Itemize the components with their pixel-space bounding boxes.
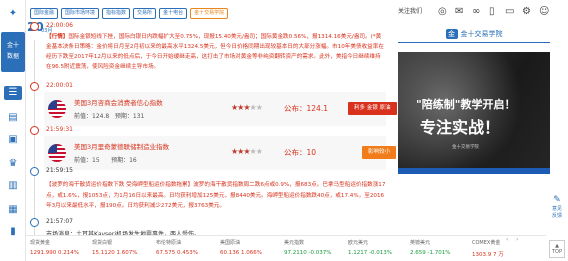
brand-logo[interactable]: 金十 数据 <box>1 32 25 72</box>
us-flag-icon <box>48 100 66 118</box>
banner-line-2: 专注实战！ <box>420 118 501 137</box>
news-tag: 【行情】 <box>46 34 69 40</box>
item-time: 22:00:06 <box>46 22 73 29</box>
forecast-value: 预期：16 <box>111 157 137 164</box>
feedback-icon: ✎ <box>553 195 561 205</box>
chart-icon[interactable]: ▥ <box>6 180 20 191</box>
follow-label: 关注我们 <box>398 8 423 15</box>
news-item-3[interactable]: 【波罗的海干散货运价指数下跌 受海岬型船运价指数拖累】波罗的海干散货指数周二跌6… <box>46 180 386 212</box>
importance-stars: ★★★★★ <box>231 103 263 112</box>
item-time: 21:59:15 <box>46 167 73 174</box>
data-icon[interactable]: ▤ <box>6 112 20 123</box>
left-rail: ✦ 金十 数据 ☰ ▤ ▣ ♛ ▥ ▦ ▮ <box>0 0 26 261</box>
ticker-item[interactable]: 欧元美元 1.1217 -0.013% <box>348 239 402 256</box>
mobile-icon[interactable]: ▯ <box>489 6 495 17</box>
tag-2[interactable]: 指标指数 <box>102 8 131 19</box>
bar-chart-icon[interactable]: ▮ <box>6 226 20 237</box>
tag-bar: 国际金融 国际市场环境 指标指数 交易所 金十电台 金十交易学院 <box>30 8 231 20</box>
app-root: ✦ 金十 数据 ☰ ▤ ▣ ♛ ▥ ▦ ▮ 国际金融 国际市场环境 指标指数 交易所金… <box>0 0 568 261</box>
timeline-dot <box>30 82 39 91</box>
timeline-dot <box>30 218 39 227</box>
tag-4[interactable]: 金十电台 <box>159 8 188 19</box>
banner-line-1: "陪练制"教学开启！ <box>416 98 516 111</box>
us-flag-icon <box>48 144 66 162</box>
actual-value: 公布：124.1 <box>284 104 328 113</box>
ticker-prev-icon[interactable]: ‹ <box>506 236 508 243</box>
timeline-dot <box>30 167 39 176</box>
timeline-dot <box>30 126 39 135</box>
news-text: 国际金银短线下挫，国际白银日内跌幅扩大至0.75%，现报15.40美元/盎司；国… <box>46 34 384 70</box>
ticker-item[interactable]: 现货白银 15.1120 1.607% <box>92 239 146 256</box>
back-to-top-button[interactable]: ▲ TOP <box>549 240 565 258</box>
card-meta: 前值：15 预期：16 <box>74 155 137 164</box>
user-icon[interactable]: ☺ <box>539 6 549 17</box>
ticker-item[interactable]: 布伦特原油 67.575 0.453% <box>156 239 210 256</box>
promo-banner[interactable]: "陪练制"教学开启！ 专注实战！ 金十交易学院 <box>398 52 550 174</box>
ticker-bar: 现货黄金 1291.990 0.214% 现货白银 15.1120 1.607% 布… <box>26 235 546 261</box>
follow-bar: 关注我们 ◎ ✉ ∞ ▯ ▭ ⚙ ☺ <box>398 6 550 20</box>
tablet-icon[interactable]: ▭ <box>505 6 514 17</box>
calendar-icon[interactable]: ▦ <box>6 204 20 215</box>
feedback-button[interactable]: ✎ 意见 反馈 <box>549 195 565 219</box>
logo-text-1: 金十 <box>6 42 19 49</box>
news-item-0[interactable]: 【行情】国际金银短线下挫，国际白银日内跌幅扩大至0.75%，现报15.40美元/… <box>46 32 386 72</box>
card-title: 美国3月里奇蒙德联储制造业指数 <box>74 143 170 151</box>
ticker-next-icon[interactable]: › <box>516 236 518 243</box>
timeline-dot <box>30 22 39 31</box>
tag-1[interactable]: 国际市场环境 <box>61 8 100 19</box>
prev-value: 前值：124.8 <box>74 113 110 120</box>
ticker-item[interactable]: 美国原油 60.136 1.066% <box>220 239 274 256</box>
item-time: 22:00:01 <box>46 82 73 89</box>
top-label: TOP <box>551 249 562 255</box>
tag-3[interactable]: 交易所 <box>133 8 157 19</box>
importance-stars: ★★★★★ <box>231 147 263 156</box>
settings-icon[interactable]: ⚙ <box>522 6 531 17</box>
data-card-1[interactable]: 美国3月里奇蒙德联储制造业指数 前值：15 预期：16 ★★★★★ 公布：10 … <box>44 136 397 170</box>
impact-button[interactable]: 影响较小 <box>362 146 397 159</box>
user-card-icon[interactable]: ▣ <box>6 134 20 145</box>
academy-title[interactable]: 金金十交易学院 <box>398 25 550 43</box>
tag-5[interactable]: 金十交易学院 <box>190 8 229 19</box>
prev-value: 前值：15 <box>74 157 100 164</box>
item-time: 21:57:07 <box>46 218 73 225</box>
card-meta: 前值：124.8 预期：131 <box>74 111 144 120</box>
logo-cross-icon: ✦ <box>8 8 18 19</box>
weibo-icon[interactable]: ◎ <box>438 6 447 17</box>
academy-logo-icon: 金 <box>445 29 458 39</box>
card-title: 美国3月咨商会消费者信心指数 <box>74 99 163 107</box>
side-tools: ✎ 意见 反馈 <box>549 195 567 220</box>
logo-text-2: 数据 <box>6 53 19 60</box>
data-card-0[interactable]: 美国3月咨商会消费者信心指数 前值：124.8 预期：131 ★★★★★ 公布：… <box>44 92 397 126</box>
timeline-line <box>34 40 35 240</box>
actual-value: 公布：10 <box>284 148 317 157</box>
academy-title-text: 金十交易学院 <box>460 30 503 38</box>
ticker-item[interactable]: 现货黄金 1291.990 0.214% <box>30 239 84 256</box>
item-time: 21:59:31 <box>46 126 73 133</box>
banner-line-3: 金十交易学院 <box>452 145 479 150</box>
wechat-icon[interactable]: ✉ <box>455 6 463 17</box>
tag-0[interactable]: 国际金融 <box>30 8 59 19</box>
ticker-item[interactable]: 英镑美元 2.659 -1.701% <box>410 239 464 256</box>
trophy-icon[interactable]: ♛ <box>6 158 20 169</box>
forecast-value: 预期：131 <box>114 113 145 120</box>
news-feed-icon[interactable]: ☰ <box>4 86 22 100</box>
ticker-item[interactable]: 美元指数 97.2110 -0.037% <box>284 239 338 256</box>
link-icon[interactable]: ∞ <box>472 6 480 17</box>
impact-button[interactable]: 利多 金银 原油 <box>348 102 397 115</box>
